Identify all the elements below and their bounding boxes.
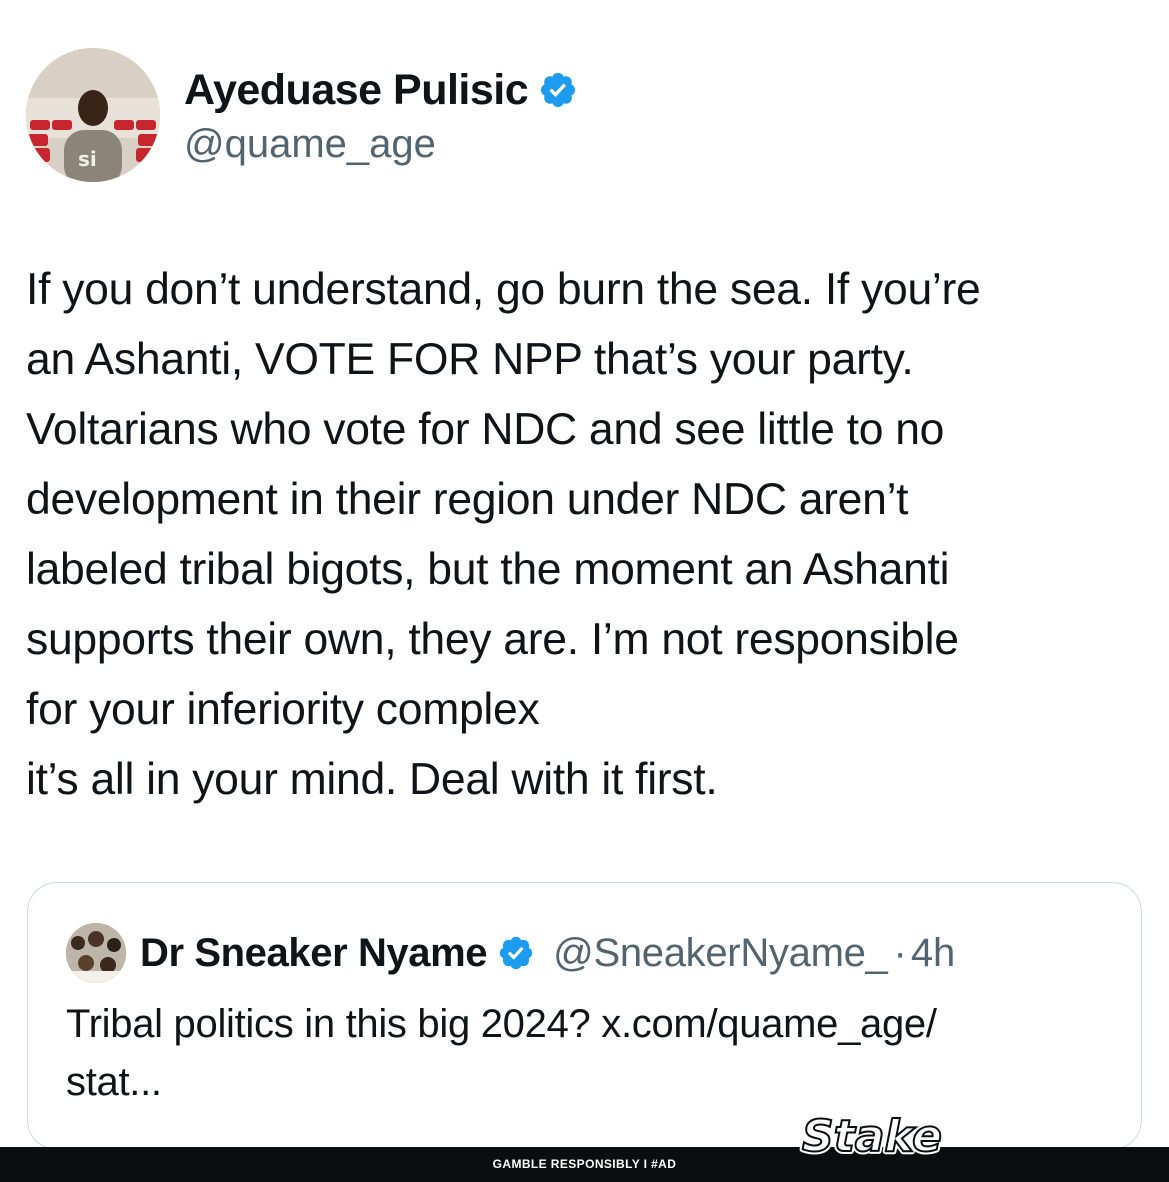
- tweet-line: supports their own, they are. I’m not re…: [26, 615, 959, 664]
- tweet-line: for your inferiority complex: [26, 685, 540, 734]
- tweet-line: If you don’t understand, go burn the sea…: [26, 265, 981, 314]
- quoted-timestamp[interactable]: 4h: [911, 931, 956, 976]
- stake-logo-text: Stake: [802, 1111, 942, 1162]
- quoted-tweet[interactable]: Dr Sneaker Nyame @SneakerNyame_ · 4h Tri…: [27, 882, 1142, 1150]
- quoted-text: Tribal politics in this big 2024? x.com/…: [66, 995, 1106, 1111]
- verified-badge-icon: [541, 72, 576, 108]
- quoted-author-avatar[interactable]: [66, 923, 126, 983]
- tweet-line: an Ashanti, VOTE FOR NPP that’s your par…: [26, 335, 914, 384]
- author-avatar[interactable]: si: [26, 48, 160, 182]
- author-name-row: Ayeduase Pulisic: [184, 66, 578, 114]
- author-handle[interactable]: @quame_age: [184, 122, 436, 167]
- tweet-line: Voltarians who vote for NDC and see litt…: [26, 405, 945, 454]
- quoted-line: Tribal politics in this big 2024? x.com/…: [66, 1002, 937, 1046]
- tweet-line: it’s all in your mind. Deal with it firs…: [26, 755, 718, 804]
- quoted-author-name[interactable]: Dr Sneaker Nyame: [140, 931, 488, 976]
- separator-dot: ·: [893, 930, 907, 975]
- tweet-line: development in their region under NDC ar…: [26, 475, 909, 524]
- verified-badge-icon: [499, 936, 533, 970]
- ad-bar: GAMBLE RESPONSIBLY I #AD: [0, 1147, 1169, 1182]
- quoted-line: stat...: [66, 1060, 162, 1104]
- ad-disclaimer: GAMBLE RESPONSIBLY I #AD: [492, 1157, 677, 1171]
- author-name[interactable]: Ayeduase Pulisic: [184, 66, 529, 115]
- svg-text:si: si: [78, 147, 97, 171]
- quoted-author-handle[interactable]: @SneakerNyame_: [553, 931, 888, 976]
- tweet-line: labeled tribal bigots, but the moment an…: [26, 545, 950, 594]
- stake-logo: Stake Stake: [799, 1108, 945, 1165]
- quoted-header: Dr Sneaker Nyame @SneakerNyame_ · 4h: [140, 927, 955, 979]
- tweet-text: If you don’t understand, go burn the sea…: [26, 255, 1156, 815]
- tweet-header: si Ayeduase Pulisic @quame_age: [26, 48, 1126, 184]
